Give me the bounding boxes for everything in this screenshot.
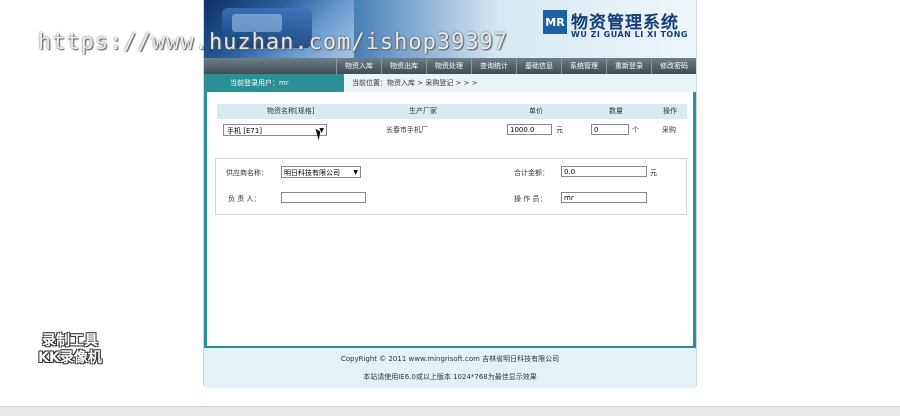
factory-text: 长春市手机厂 [386, 126, 428, 134]
quantity-unit: 个 [632, 126, 639, 134]
nav-item-stock-in[interactable]: 物资入库 [336, 58, 381, 74]
app-frame: MR 物资管理系统 WU ZI GUAN LI XI TONG 物资入库 物资出… [203, 0, 697, 388]
material-select-value: 手机 [E71] [227, 127, 263, 135]
nav-item-process[interactable]: 物资处理 [426, 58, 471, 74]
nav-item-system[interactable]: 系统管理 [561, 58, 606, 74]
purchase-link[interactable]: 采购 [662, 125, 676, 135]
main-nav: 物资入库 物资出库 物资处理 查询统计 基础信息 系统管理 重新登录 修改密码 [204, 58, 696, 74]
current-user: 当前登录用户：mr [204, 74, 344, 92]
recorder-badge-line2: KK录像机 [38, 350, 102, 366]
nav-item-relogin[interactable]: 重新登录 [606, 58, 651, 74]
quantity-input[interactable]: 0 [591, 124, 629, 135]
col-qty: 数量 [609, 107, 623, 115]
total-unit: 元 [650, 169, 657, 177]
nav-item-basic-info[interactable]: 基础信息 [516, 58, 561, 74]
watermark-text: https://www.huzhan.com/ishop39397 [38, 30, 509, 55]
price-input[interactable]: 1000.0 [507, 124, 552, 135]
table-header: 物资名称[规格] 生产厂家 单价 数量 操作 [217, 104, 687, 119]
col-factory: 生产厂家 [409, 107, 437, 115]
copyright-text: CopyRight © 2011 www.mingrisoft.com 吉林省明… [340, 355, 560, 363]
col-op: 操作 [663, 107, 677, 115]
nav-item-stock-out[interactable]: 物资出库 [381, 58, 426, 74]
chevron-down-icon: ▼ [353, 169, 358, 176]
info-bar: 当前登录用户：mr 当前位置：物资入库 > 采购登记 > > > [204, 74, 696, 92]
supplier-select-value: 明日科技有限公司 [284, 169, 340, 177]
col-name: 物资名称[规格] [267, 107, 315, 115]
operator-input[interactable]: mr [561, 192, 647, 203]
nav-item-change-password[interactable]: 修改密码 [651, 58, 696, 74]
manager-input[interactable] [281, 192, 366, 203]
total-amount-field[interactable]: 0.0 [561, 166, 647, 177]
nav-item-query[interactable]: 查询统计 [471, 58, 516, 74]
supplier-label: 供应商名称： [226, 169, 268, 177]
total-label: 合计金额： [514, 169, 549, 177]
app-subtitle: WU ZI GUAN LI XI TONG [571, 30, 688, 39]
manager-label: 负 责 人： [228, 195, 261, 203]
col-price: 单价 [529, 107, 543, 115]
browser-note: 本站请使用IE6.0或以上版本 1024*768为最佳显示效果 [363, 373, 537, 381]
recorder-badge-line1: 录制工具 [42, 333, 98, 349]
logo-icon: MR [543, 10, 567, 34]
footer: CopyRight © 2011 www.mingrisoft.com 吉林省明… [204, 346, 696, 388]
breadcrumb: 当前位置：物资入库 > 采购登记 > > > [352, 79, 478, 87]
material-select[interactable]: 手机 [E71] ▼ [223, 124, 327, 136]
recorder-badge: 录制工具 KK录像机 [24, 333, 116, 367]
operator-label: 操 作 员： [514, 195, 547, 203]
supplier-select[interactable]: 明日科技有限公司 ▼ [281, 166, 361, 178]
price-unit: 元 [556, 126, 563, 134]
